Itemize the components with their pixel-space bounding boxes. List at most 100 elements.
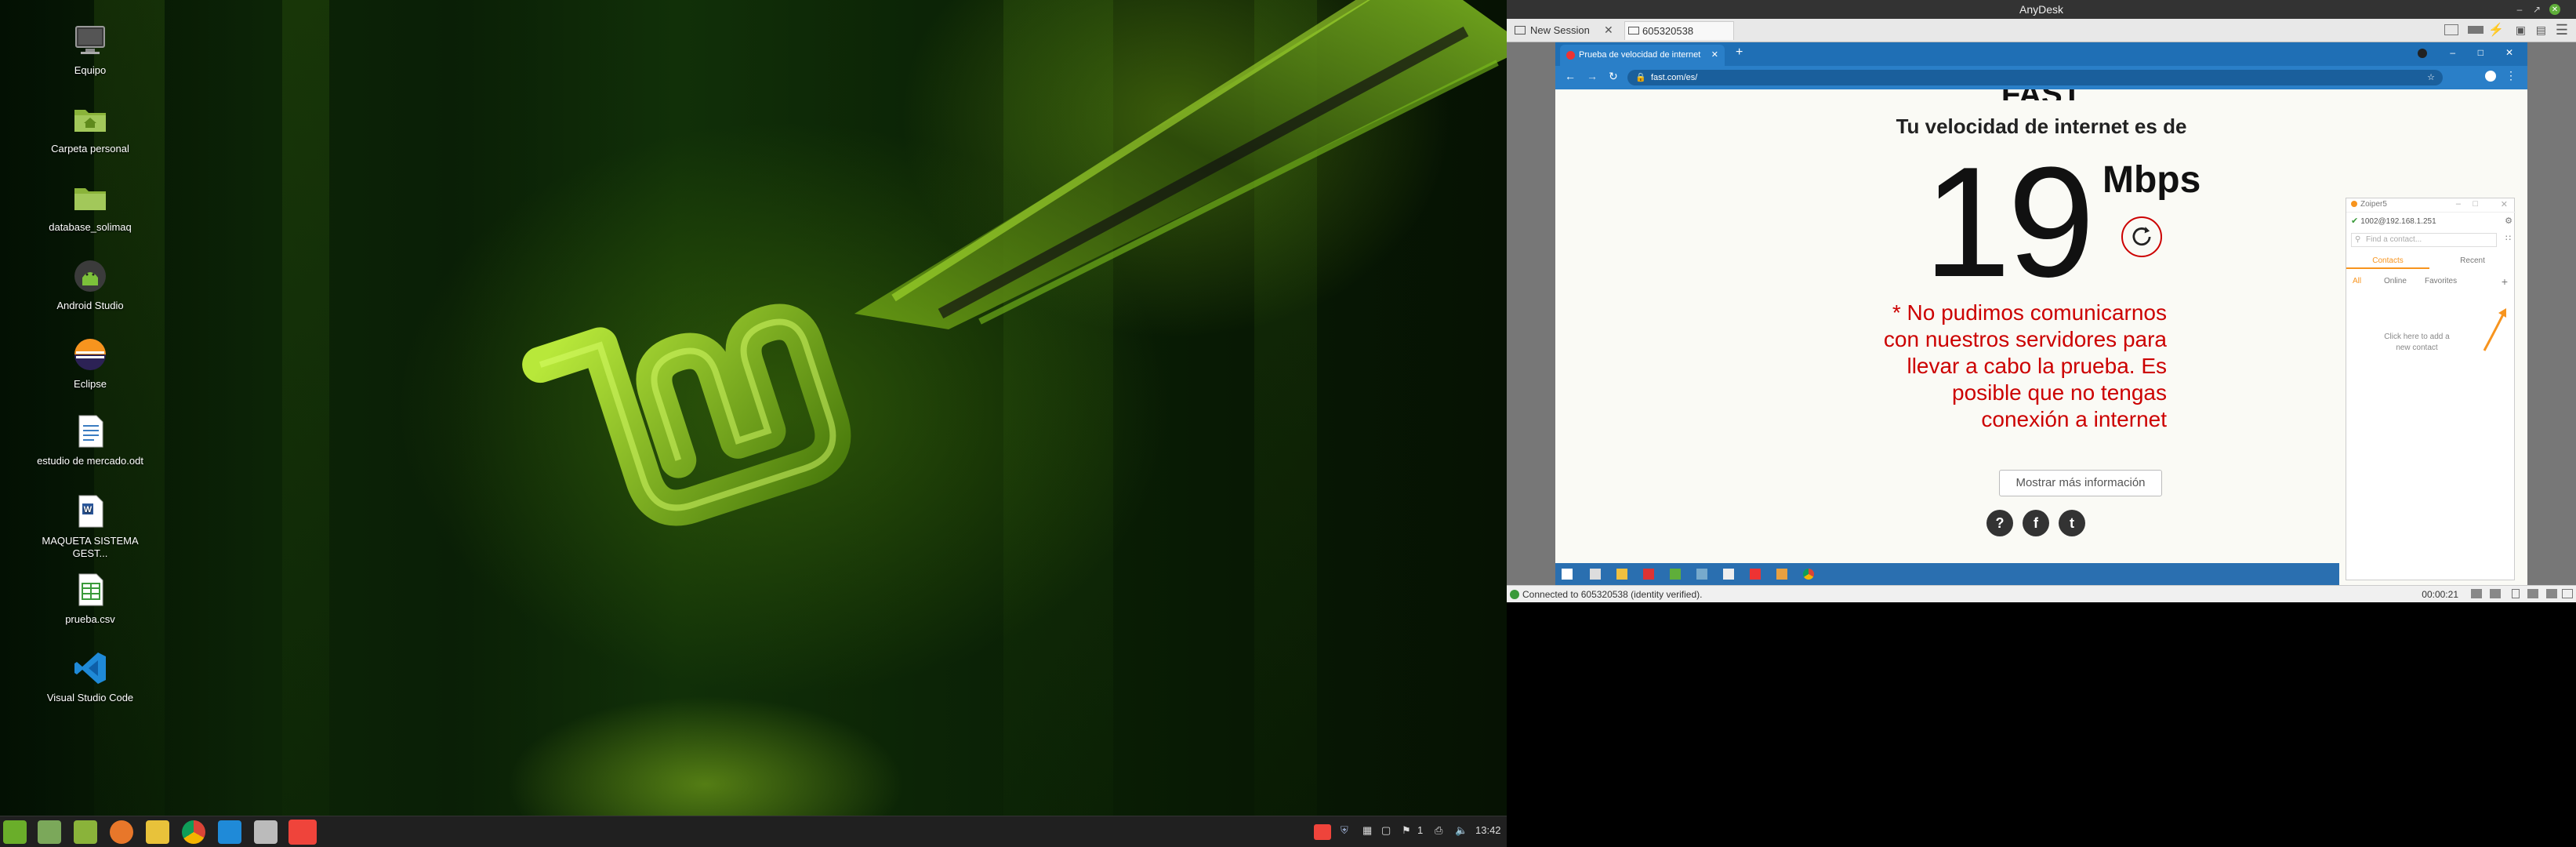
folder-icon[interactable] — [74, 820, 97, 844]
remote-screen[interactable]: Prueba de velocidad de internet ✕ + – □ … — [1507, 42, 2576, 585]
taskbar-app-icon[interactable] — [1670, 569, 1681, 580]
shield-icon[interactable]: ⛨ — [1341, 824, 1355, 840]
account-icon[interactable] — [2485, 71, 2496, 82]
clock[interactable]: 13:42 — [1475, 824, 1507, 840]
file-transfer-icon[interactable] — [2471, 589, 2482, 598]
add-contact-icon[interactable]: + — [2502, 274, 2508, 289]
chrome-tab[interactable]: Prueba de velocidad de internet ✕ — [1560, 45, 1725, 66]
chrome-icon[interactable] — [182, 820, 205, 844]
maximize-icon[interactable]: □ — [2478, 47, 2483, 58]
menu-icon[interactable]: ☰ — [2556, 22, 2568, 38]
hint-line: new contact — [2396, 344, 2438, 352]
screenshot-icon[interactable] — [2490, 589, 2501, 598]
desktop-icon-estudio-de-mercado[interactable]: estudio de mercado.odt — [27, 413, 153, 467]
chrome-icon[interactable] — [1803, 569, 1814, 580]
close-icon[interactable]: ✕ — [2549, 4, 2560, 15]
minimize-icon[interactable]: – — [2456, 199, 2461, 209]
star-icon[interactable]: ☆ — [2427, 70, 2435, 85]
chrome-toolbar: ← → ↻ 🔒 fast.com/es/ ☆ ⋮ — [1555, 66, 2527, 89]
taskbar-app-icon[interactable] — [1590, 569, 1601, 580]
desktop-icon-maqueta[interactable]: W MAQUETA SISTEMA GEST... — [27, 493, 153, 560]
lightning-icon[interactable]: ⚡ — [2488, 22, 2504, 38]
dialpad-icon[interactable]: ∷ — [2505, 233, 2511, 243]
tab-new-session[interactable]: New Session — [1513, 21, 1599, 40]
chat-icon[interactable] — [2444, 24, 2458, 35]
fast-logo: FAST — [1979, 89, 2104, 100]
monitor-settings-icon[interactable]: ▤ — [2536, 24, 2546, 37]
more-info-button[interactable]: Mostrar más información — [1999, 470, 2162, 496]
vscode-icon[interactable] — [218, 820, 241, 844]
filter-online[interactable]: Online — [2384, 274, 2407, 289]
anydesk-icon[interactable] — [288, 820, 317, 845]
keyboard-icon[interactable]: ▦ — [1362, 824, 1377, 840]
vscode-icon — [74, 653, 106, 684]
taskbar-app-icon[interactable] — [1643, 569, 1654, 580]
profile-icon[interactable] — [2418, 49, 2427, 58]
zoiper-logo-icon — [2351, 201, 2357, 207]
tab-contacts[interactable]: Contacts — [2346, 253, 2429, 269]
filter-favorites[interactable]: Favorites — [2425, 274, 2457, 289]
files-icon[interactable] — [38, 820, 61, 844]
display-icon[interactable]: ▣ — [2516, 24, 2526, 37]
minimize-icon[interactable]: – — [2450, 47, 2455, 58]
empty-contacts-hint[interactable]: Click here to add a new contact — [2370, 332, 2464, 354]
desktop-icon-database-solimaq[interactable]: database_solimaq — [27, 179, 153, 234]
back-icon[interactable]: ← — [1565, 70, 1576, 82]
minimize-icon[interactable]: – — [2513, 3, 2526, 16]
lock-icon[interactable] — [2512, 589, 2520, 598]
desktop-icon-android-studio[interactable]: Android Studio — [27, 257, 153, 312]
desktop-icon-prueba-csv[interactable]: prueba.csv — [27, 571, 153, 626]
facebook-icon[interactable]: f — [2023, 510, 2049, 536]
taskbar-app-icon[interactable] — [1750, 569, 1761, 580]
tab-remote-605320538[interactable]: 605320538 — [1624, 21, 1734, 40]
printer-icon[interactable]: ⎙ — [1435, 824, 1449, 840]
zoiper-title: Zoiper5 — [2360, 200, 2387, 209]
desktop-icon-carpeta-personal[interactable]: Carpeta personal — [27, 100, 153, 155]
maximize-icon[interactable]: □ — [2473, 199, 2478, 209]
help-icon[interactable]: ? — [1986, 510, 2013, 536]
taskbar-app-icon[interactable] — [1776, 569, 1787, 580]
android-studio-icon — [74, 260, 106, 292]
retry-button[interactable] — [2121, 216, 2162, 257]
menu-icon[interactable] — [3, 820, 27, 844]
chat-icon[interactable] — [2562, 589, 2573, 598]
desktop-icon-eclipse[interactable]: Eclipse — [27, 336, 153, 391]
window-icon[interactable]: ▢ — [1381, 824, 1395, 840]
notes-icon[interactable] — [146, 820, 169, 844]
keyboard-icon[interactable] — [2468, 26, 2483, 34]
notification-icon[interactable]: ⚑ — [1402, 824, 1416, 840]
eclipse-icon — [74, 339, 106, 370]
close-icon[interactable]: ✕ — [2505, 47, 2513, 58]
zoiper-title-bar: Zoiper5 – □ ✕ — [2346, 198, 2516, 213]
close-tab-icon[interactable]: ✕ — [1604, 24, 1613, 37]
new-tab-icon[interactable]: + — [1736, 45, 1743, 60]
filter-all[interactable]: All — [2353, 274, 2361, 289]
maximize-icon[interactable]: ↗ — [2531, 3, 2543, 16]
explorer-icon[interactable] — [1616, 569, 1627, 580]
desktop-icon-vscode[interactable]: Visual Studio Code — [27, 649, 153, 704]
forward-icon[interactable]: → — [1587, 70, 1598, 82]
more-menu-icon[interactable]: ⋮ — [2505, 69, 2516, 82]
error-line: conexión a internet — [1981, 407, 2167, 431]
contact-search-input[interactable]: ⚲ Find a contact... — [2351, 233, 2497, 247]
anydesk-tray-icon[interactable] — [1314, 824, 1331, 840]
volume-icon[interactable]: 🔈 — [1455, 824, 1469, 840]
firefox-icon[interactable] — [110, 820, 133, 844]
session-icon — [1515, 26, 1526, 35]
twitter-icon[interactable]: t — [2059, 510, 2085, 536]
taskbar: ⛨ ▦ ▢ ⚑ 1 ⎙ 🔈 13:42 — [0, 816, 1507, 847]
taskbar-app-icon[interactable] — [1696, 569, 1707, 580]
desktop-icon-equipo[interactable]: Equipo — [27, 22, 153, 77]
tab-recent[interactable]: Recent — [2431, 253, 2514, 269]
windows-start-icon[interactable] — [1562, 569, 1573, 580]
taskbar-app-icon[interactable] — [1723, 569, 1734, 580]
audio-icon[interactable] — [2527, 589, 2538, 598]
clipboard-icon[interactable] — [2546, 589, 2557, 598]
error-message: * No pudimos comunicarnos con nuestros s… — [1775, 300, 2167, 433]
close-tab-icon[interactable]: ✕ — [1711, 45, 1718, 66]
calculator-icon[interactable] — [254, 820, 278, 844]
close-icon[interactable]: ✕ — [2501, 199, 2508, 209]
reload-icon[interactable]: ↻ — [1609, 70, 1618, 83]
settings-icon[interactable]: ⚙ — [2505, 216, 2513, 226]
address-bar[interactable]: 🔒 fast.com/es/ ☆ — [1627, 70, 2443, 85]
